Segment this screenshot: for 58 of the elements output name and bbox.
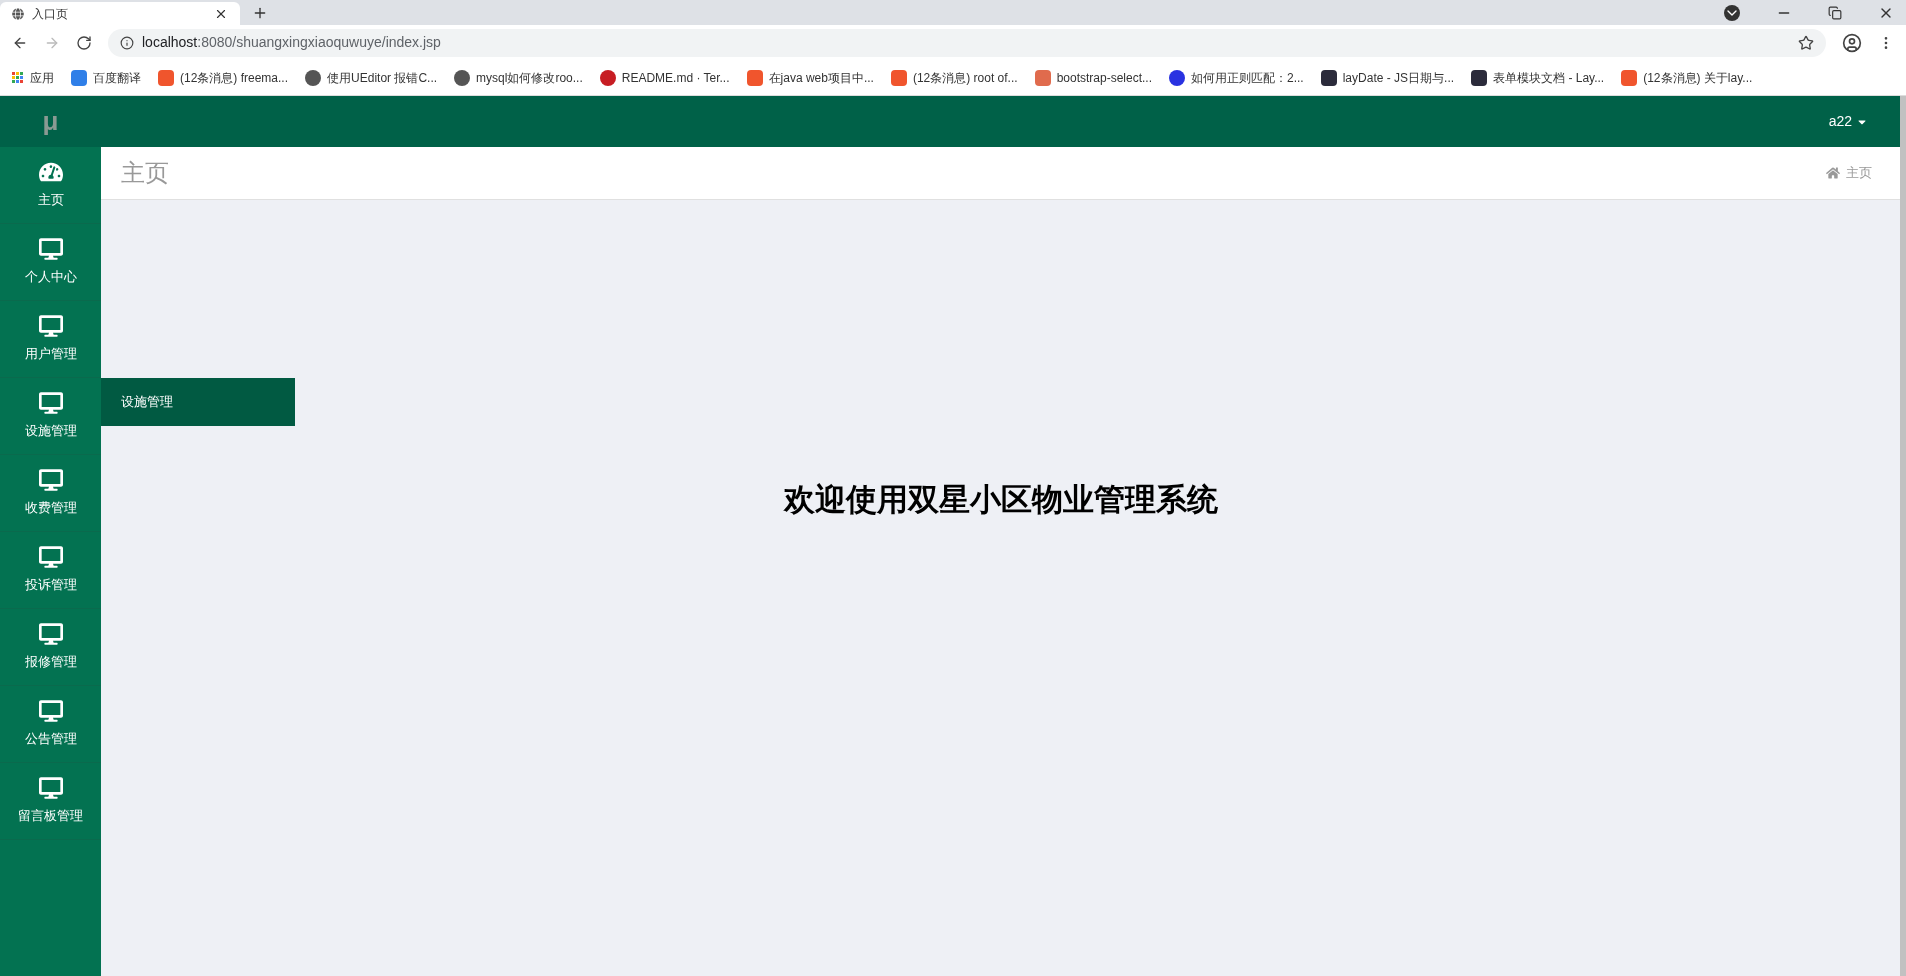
- bookmark-item[interactable]: 应用: [12, 68, 54, 87]
- monitor-icon: [38, 545, 63, 570]
- reload-icon[interactable]: [76, 34, 92, 51]
- favicon-icon: [1471, 69, 1488, 86]
- profile-icon[interactable]: [1842, 32, 1862, 53]
- welcome-heading: 欢迎使用双星小区物业管理系统: [783, 481, 1218, 519]
- bookmark-item[interactable]: bootstrap-select...: [1034, 68, 1152, 87]
- bookmark-item[interactable]: 在java web项目中...: [746, 68, 874, 87]
- monitor-icon: [38, 699, 63, 724]
- bookmark-item[interactable]: 如何用正则匹配：2...: [1169, 68, 1304, 87]
- sidebar-item[interactable]: 公告管理: [0, 686, 101, 763]
- monitor-icon: [38, 314, 63, 339]
- info-icon: [120, 35, 134, 50]
- bookmark-item[interactable]: (12条消息) 关于lay...: [1621, 68, 1753, 87]
- page-title: 主页: [121, 158, 169, 188]
- favicon-icon: [158, 69, 174, 86]
- favicon-icon: [1034, 69, 1051, 86]
- bookmark-item[interactable]: (12条消息) freema...: [158, 68, 289, 87]
- globe-icon: [12, 7, 24, 20]
- restore-icon[interactable]: [1828, 6, 1842, 20]
- favicon-icon: [890, 69, 907, 86]
- favicon-icon: [305, 69, 322, 86]
- bookmark-star-icon[interactable]: [1798, 34, 1814, 51]
- monitor-icon: [38, 776, 63, 801]
- favicon-icon: [454, 69, 471, 86]
- favicon-icon: [1621, 69, 1638, 86]
- sidebar-item[interactable]: 用户管理: [0, 301, 101, 378]
- bookmark-item[interactable]: 百度翻译: [71, 68, 141, 87]
- sidebar-item[interactable]: 留言板管理: [0, 763, 101, 840]
- monitor-icon: [38, 237, 63, 262]
- bookmark-item[interactable]: 表单模块文档 - Lay...: [1471, 68, 1605, 87]
- favicon-icon: [1320, 69, 1337, 86]
- monitor-icon: [38, 391, 63, 416]
- favicon-icon: [746, 69, 763, 86]
- favicon-icon: [71, 69, 87, 86]
- sidebar-item[interactable]: 收费管理: [0, 455, 101, 532]
- sidebar-item[interactable]: 报修管理: [0, 609, 101, 686]
- favicon-icon: [599, 69, 616, 86]
- new-tab-icon[interactable]: [252, 5, 268, 21]
- bookmark-item[interactable]: 使用UEditor 报错C...: [305, 68, 438, 87]
- bookmark-item[interactable]: README.md · Ter...: [599, 68, 730, 87]
- tab-search-icon[interactable]: [1724, 5, 1740, 21]
- tab-title: 入口页: [32, 5, 69, 23]
- sidebar-item[interactable]: 个人中心: [0, 224, 101, 301]
- user-menu-button[interactable]: a22: [1828, 111, 1868, 132]
- apps-grid-icon: [12, 71, 24, 84]
- sidebar-item[interactable]: 投诉管理: [0, 532, 101, 609]
- browser-tab[interactable]: 入口页: [0, 2, 240, 25]
- home-icon: [1826, 166, 1840, 180]
- favicon-icon: [1169, 69, 1185, 86]
- monitor-icon: [38, 622, 63, 647]
- bookmark-item[interactable]: (12条消息) root of...: [890, 68, 1018, 87]
- bookmark-item[interactable]: layDate - JS日期与...: [1320, 68, 1455, 87]
- monitor-icon: [38, 468, 63, 493]
- logo: μ: [42, 105, 59, 138]
- bookmark-item[interactable]: mysql如何修改roo...: [454, 68, 583, 87]
- address-bar[interactable]: localhost:8080/shuangxingxiaoquwuye/index.jsp: [108, 28, 1826, 57]
- flyout-menu-item[interactable]: 设施管理: [101, 378, 295, 426]
